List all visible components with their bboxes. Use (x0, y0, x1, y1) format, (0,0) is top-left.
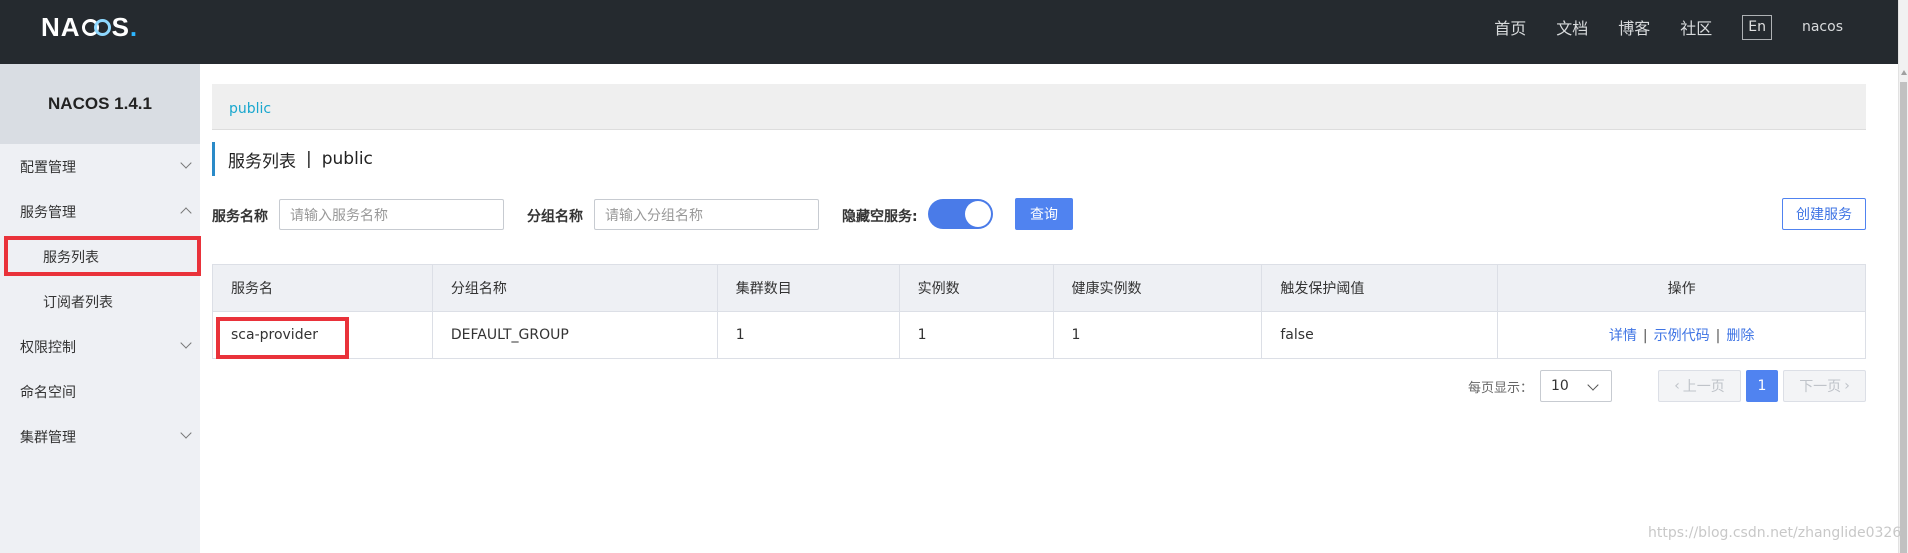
nacos-logo[interactable]: NA S . (41, 13, 138, 41)
service-name-input[interactable]: 请输入服务名称 (279, 199, 504, 230)
service-table: 服务名 分组名称 集群数目 实例数 健康实例数 触发保护阈值 操作 sca-pr… (212, 264, 1866, 359)
top-navbar: NA S . 首页 文档 博客 社区 En nacos (0, 0, 1898, 64)
sidebar-item-config[interactable]: 配置管理 (0, 144, 200, 189)
watermark: https://blog.csdn.net/zhanglide0326 (1648, 525, 1902, 541)
delete-link[interactable]: 删除 (1726, 328, 1754, 344)
group-name-input[interactable]: 请输入分组名称 (594, 199, 819, 230)
sidebar-item-label: 配置管理 (20, 159, 76, 176)
language-switch[interactable]: En (1742, 14, 1772, 40)
toggle-knob (965, 201, 991, 227)
chevron-down-icon (180, 337, 192, 349)
column-healthy-instance-count: 健康实例数 (1053, 264, 1263, 312)
detail-link[interactable]: 详情 (1609, 328, 1637, 344)
column-cluster-count: 集群数目 (717, 264, 900, 312)
chevron-right-icon: › (1844, 378, 1850, 394)
hide-empty-toggle[interactable] (928, 199, 993, 229)
page-title-text: 服务列表 (228, 151, 296, 172)
column-protect-threshold: 触发保护阈值 (1261, 264, 1499, 312)
logo-text-end: S (111, 12, 130, 42)
column-operations: 操作 (1497, 264, 1866, 312)
sidebar-item-cluster[interactable]: 集群管理 (0, 414, 200, 459)
column-instance-count: 实例数 (899, 264, 1054, 312)
cell-healthy-count: 1 (1053, 311, 1263, 359)
page-size-select[interactable]: 10 (1540, 370, 1612, 402)
scrollbar-thumb[interactable] (1900, 82, 1907, 553)
page-size-label: 每页显示： (1468, 381, 1534, 396)
create-service-button[interactable]: 创建服务 (1782, 198, 1866, 230)
chevron-down-icon (180, 157, 192, 169)
top-nav: 首页 文档 博客 社区 En nacos (1494, 0, 1898, 54)
op-separator: | (1642, 328, 1648, 344)
chevron-down-icon (1587, 379, 1599, 391)
page-number-current[interactable]: 1 (1746, 370, 1778, 402)
sidebar: NACOS 1.4.1 配置管理 服务管理 服务列表 订阅者列表 权限控制 命名… (0, 64, 200, 553)
breadcrumb-namespace-public[interactable]: public (229, 101, 271, 117)
sidebar-item-permissions[interactable]: 权限控制 (0, 324, 200, 369)
sidebar-item-label: 集群管理 (20, 429, 76, 446)
sidebar-item-namespace[interactable]: 命名空间 (0, 369, 200, 414)
cell-operations: 详情 | 示例代码 | 删除 (1497, 311, 1866, 359)
table-row: sca-provider DEFAULT_GROUP 1 1 1 false 详… (212, 311, 1866, 359)
chevron-up-icon (180, 207, 192, 219)
column-group-name: 分组名称 (432, 264, 718, 312)
vertical-scrollbar[interactable] (1898, 0, 1908, 553)
page-title: 服务列表 | public (212, 142, 373, 176)
namespace-breadcrumb: public (212, 84, 1866, 130)
sidebar-item-subscribers[interactable]: 订阅者列表 (0, 279, 200, 324)
sidebar-item-service-list[interactable]: 服务列表 (0, 234, 200, 279)
sidebar-item-label: 服务列表 (43, 249, 99, 266)
user-menu[interactable]: nacos (1802, 19, 1843, 35)
cell-protect-threshold: false (1261, 311, 1499, 359)
nav-docs[interactable]: 文档 (1556, 15, 1588, 39)
nav-blog[interactable]: 博客 (1618, 15, 1650, 39)
cell-group-name: DEFAULT_GROUP (432, 311, 718, 359)
cell-service-name: sca-provider (212, 311, 433, 359)
page-title-separator: | (306, 149, 312, 169)
sidebar-item-label: 权限控制 (20, 339, 76, 356)
nav-community[interactable]: 社区 (1680, 15, 1712, 39)
chevron-down-icon (180, 427, 192, 439)
logo-text-start: NA (41, 12, 81, 42)
sidebar-item-service[interactable]: 服务管理 (0, 189, 200, 234)
sidebar-item-label: 服务管理 (20, 204, 76, 221)
cell-instance-count: 1 (899, 311, 1054, 359)
prev-page-button[interactable]: ‹ 上一页 (1658, 370, 1741, 402)
scroll-up-icon[interactable] (1901, 70, 1907, 75)
nav-home[interactable]: 首页 (1494, 15, 1526, 39)
logo-rings-icon (81, 18, 111, 36)
page-size-value: 10 (1551, 378, 1569, 394)
cell-cluster-count: 1 (717, 311, 900, 359)
chevron-left-icon: ‹ (1674, 378, 1680, 394)
next-page-button[interactable]: 下一页 › (1783, 370, 1866, 402)
table-header-row: 服务名 分组名称 集群数目 实例数 健康实例数 触发保护阈值 操作 (212, 264, 1866, 312)
query-button[interactable]: 查询 (1015, 198, 1073, 230)
logo-dot: . (129, 12, 139, 42)
group-name-label: 分组名称 (527, 209, 583, 225)
version-title: NACOS 1.4.1 (0, 64, 200, 144)
next-page-label: 下一页 (1799, 379, 1842, 395)
service-name-label: 服务名称 (212, 209, 268, 225)
sample-code-link[interactable]: 示例代码 (1654, 328, 1710, 344)
op-separator: | (1715, 328, 1721, 344)
sidebar-item-label: 命名空间 (20, 384, 76, 401)
sidebar-item-label: 订阅者列表 (43, 294, 113, 311)
page-title-namespace: public (321, 149, 373, 169)
hide-empty-label: 隐藏空服务: (842, 209, 918, 225)
column-service-name: 服务名 (212, 264, 433, 312)
prev-page-label: 上一页 (1682, 379, 1725, 395)
